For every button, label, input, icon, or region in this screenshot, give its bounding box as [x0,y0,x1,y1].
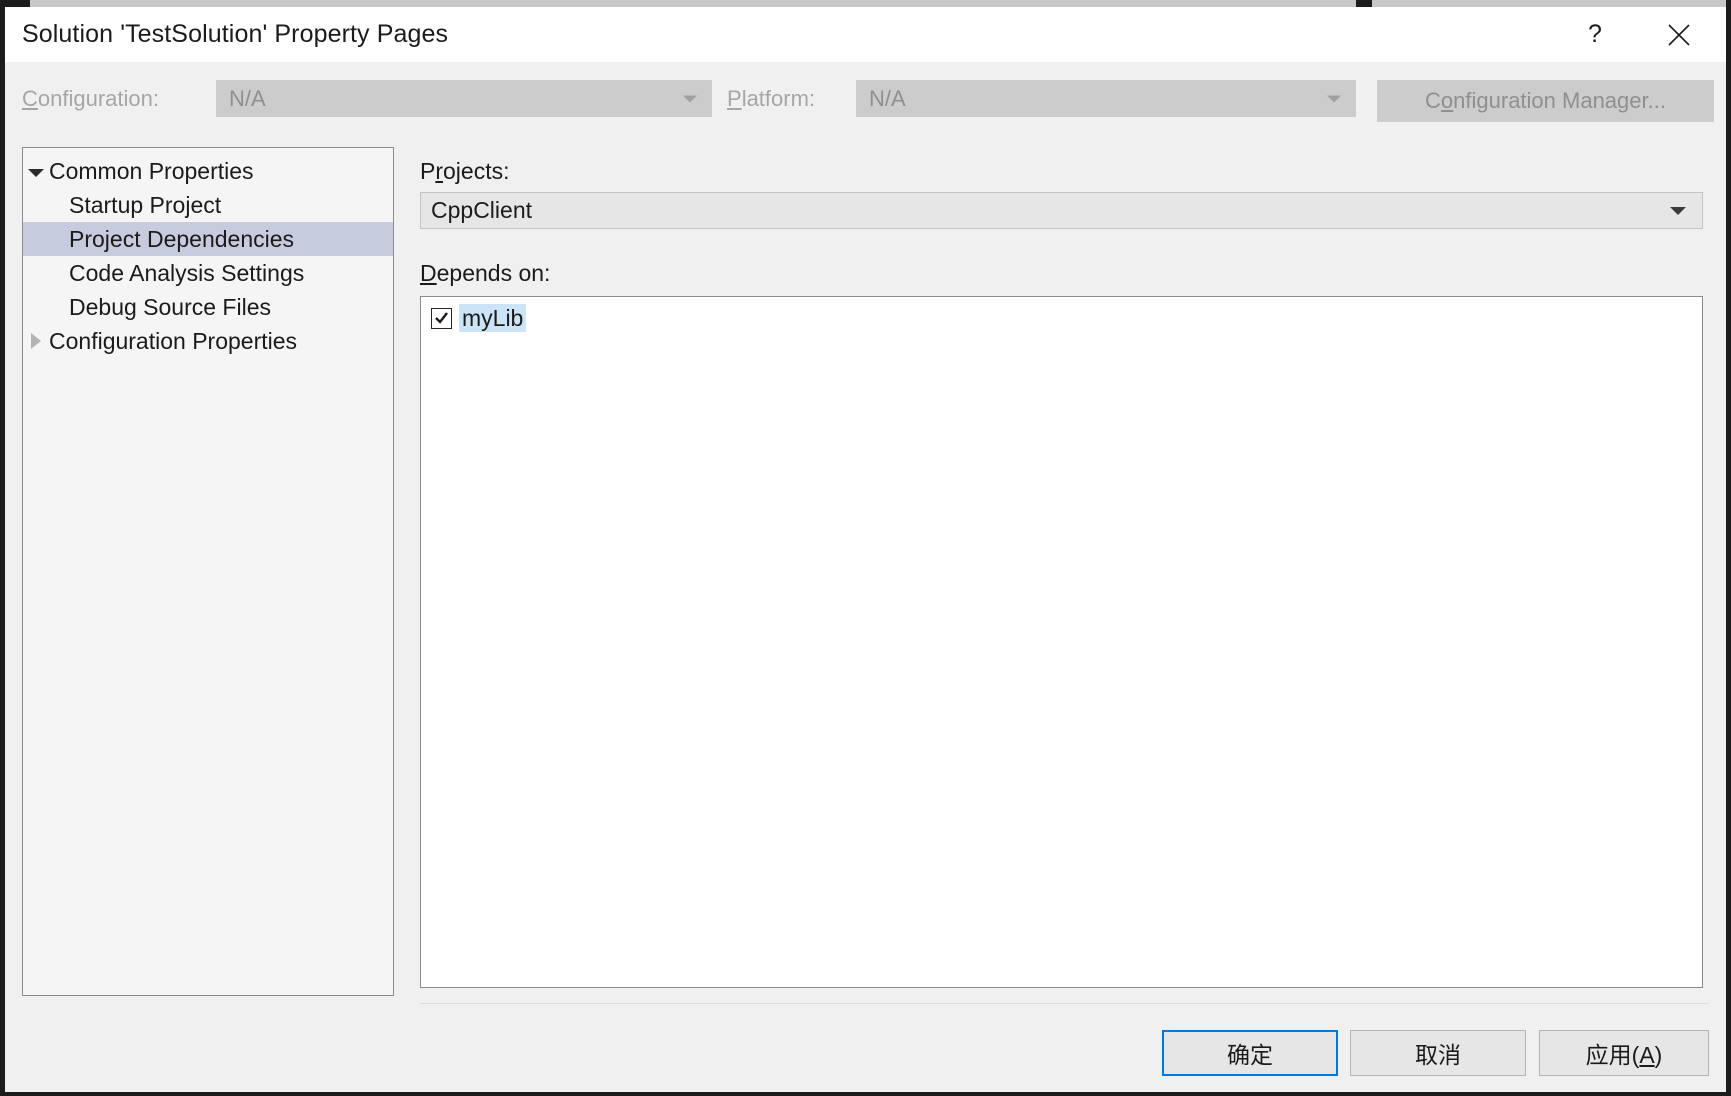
configuration-manager-suffix: nfiguration Manager... [1453,88,1666,113]
tree-item-project-dependencies[interactable]: Project Dependencies [23,222,393,256]
depends-on-label-accesskey: D [420,260,437,286]
dialog-title: Solution 'TestSolution' Property Pages [22,20,449,48]
window-bottom-edge [0,1092,1731,1096]
top-edge-segment-right [1372,0,1731,7]
tree-item-label: Project Dependencies [69,225,295,252]
tree-item-debug-source-files[interactable]: Debug Source Files [23,290,393,324]
projects-label-accesskey: r [435,158,444,184]
list-item[interactable]: myLib [421,303,1702,333]
depends-on-label: Depends on: [420,260,550,287]
projects-label-suffix: ojects: [443,158,510,184]
top-edge-segment-left [30,0,1356,7]
configuration-manager-button[interactable]: Configuration Manager... [1377,80,1714,122]
chevron-down-icon [683,95,697,102]
depends-on-listbox[interactable]: myLib [420,296,1703,988]
configuration-label-accesskey: C [22,86,38,111]
footer-divider [420,1003,1709,1004]
title-bar: Solution 'TestSolution' Property Pages ? [5,7,1726,62]
checkbox-checked-icon[interactable] [431,307,452,329]
configuration-manager-accesskey: o [1440,88,1454,113]
window-top-edge [0,0,1731,7]
collapsed-triangle-icon[interactable] [23,333,49,349]
close-button[interactable] [1648,7,1710,62]
projects-combobox[interactable]: CppClient [420,192,1703,229]
chevron-down-icon[interactable] [1670,206,1686,215]
apply-label-accesskey: A [1639,1042,1655,1068]
question-mark-icon: ? [1588,20,1602,48]
tree-item-label: Configuration Properties [49,327,298,354]
ok-button[interactable]: 确定 [1162,1030,1338,1076]
apply-label-prefix: 应用( [1585,1042,1640,1068]
tree-item-configuration-properties[interactable]: Configuration Properties [23,324,393,358]
configuration-label-text: onfiguration: [37,86,159,111]
configuration-combobox[interactable]: N/A [216,80,712,117]
configuration-value: N/A [229,85,266,111]
tree-item-common-properties[interactable]: Common Properties [23,154,393,188]
platform-combobox[interactable]: N/A [856,80,1356,117]
expanded-triangle-icon[interactable] [23,166,49,177]
platform-label-text: latform: [741,86,816,111]
tree-item-label: Debug Source Files [69,293,271,320]
chevron-down-icon [1327,95,1341,102]
projects-label: Projects: [420,158,510,185]
platform-label: Platform: [727,86,815,112]
cancel-button[interactable]: 取消 [1350,1030,1526,1076]
tree-item-label: Code Analysis Settings [69,259,305,286]
apply-button[interactable]: 应用(A) [1539,1030,1709,1076]
platform-value: N/A [869,85,906,111]
list-item-label: myLib [459,304,527,332]
help-button[interactable]: ? [1564,7,1626,62]
property-pages-dialog: Solution 'TestSolution' Property Pages ?… [0,0,1731,1096]
platform-label-accesskey: P [727,86,742,111]
configuration-manager-prefix: C [1425,88,1441,113]
tree-item-label: Startup Project [69,191,222,218]
window-right-edge [1726,0,1731,1096]
configuration-label: Configuration: [22,86,159,112]
property-tree[interactable]: Common Properties Startup Project Projec… [22,147,394,996]
tree-item-code-analysis-settings[interactable]: Code Analysis Settings [23,256,393,290]
tree-item-startup-project[interactable]: Startup Project [23,188,393,222]
projects-selected-value: CppClient [431,197,532,223]
configuration-toolbar: Configuration: N/A Platform: N/A Configu… [5,62,1726,138]
apply-label-suffix: ) [1654,1042,1663,1068]
tree-item-label: Common Properties [49,157,254,184]
projects-label-prefix: P [420,158,436,184]
depends-on-label-suffix: epends on: [436,260,551,286]
window-left-edge [0,0,5,1096]
close-x-icon [1666,22,1692,48]
